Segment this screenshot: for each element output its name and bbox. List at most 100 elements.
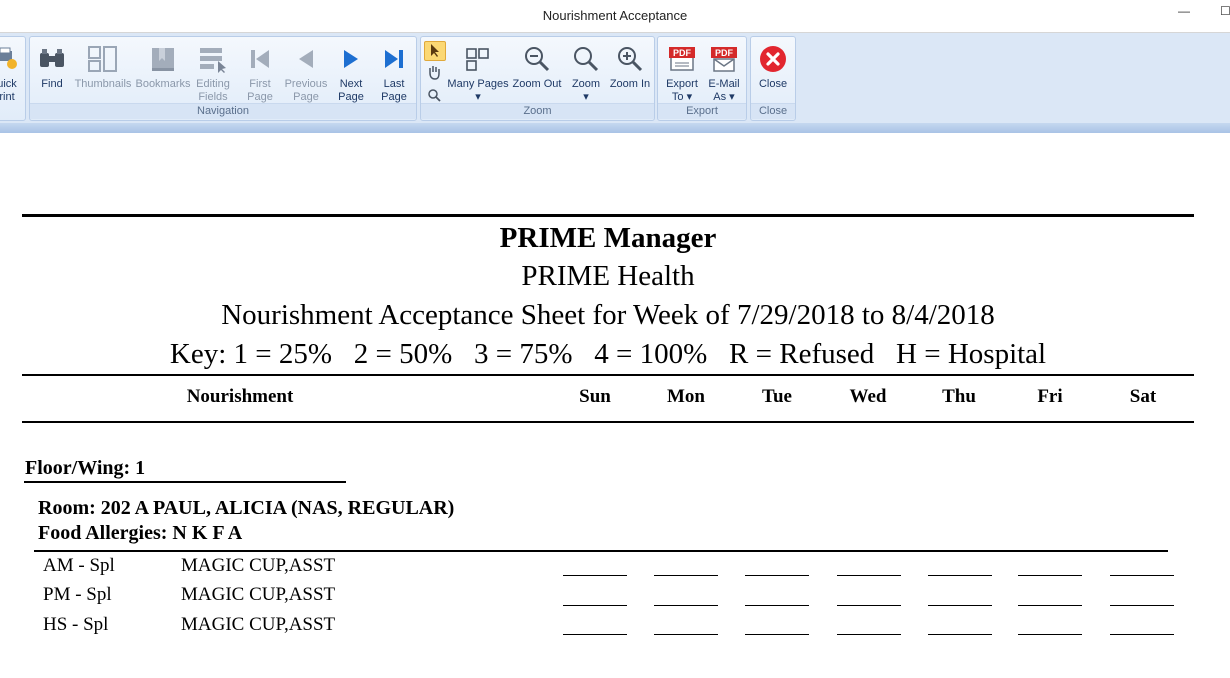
entry-blank-thu[interactable] (928, 634, 992, 635)
zoom-in-icon (607, 40, 653, 78)
floor-wing-label: Floor/Wing: 1 (25, 457, 146, 479)
report-facility: PRIME Health (521, 260, 695, 292)
export-to-button[interactable]: PDF Export To ▾ (661, 40, 703, 104)
floor-wing-underline (24, 481, 346, 483)
hand-tool-button[interactable] (426, 64, 444, 82)
entry-blank-fri[interactable] (1018, 575, 1082, 576)
zoom-icon (567, 40, 605, 78)
many-pages-label: Many Pages ▾ (447, 78, 509, 103)
close-button[interactable]: Close (753, 40, 793, 91)
thumbnails-label: Thumbnails (74, 78, 132, 90)
resident-underline (34, 550, 1168, 552)
column-header-sat: Sat (1129, 386, 1157, 407)
hand-icon (429, 66, 440, 80)
pdf-email-icon: PDF (704, 40, 744, 78)
close-group: Close Close (750, 36, 796, 121)
entry-blank-sun[interactable] (563, 605, 627, 606)
close-group-label: Close (751, 103, 795, 119)
entry-blank-sun[interactable] (563, 634, 627, 635)
next-page-icon (333, 40, 369, 78)
header-rule-top (22, 374, 1194, 376)
ribbon-toolbar: uick rint Find Thumbnails Bookmarks Edit… (0, 33, 1230, 124)
row-time: AM - Spl (43, 555, 115, 576)
previous-page-button[interactable]: Previous Page (283, 40, 329, 104)
next-page-button[interactable]: Next Page (333, 40, 369, 104)
pointer-icon (431, 44, 439, 57)
last-page-button[interactable]: Last Page (376, 40, 412, 104)
binoculars-icon (34, 40, 70, 78)
close-label: Close (758, 78, 788, 90)
row-item: MAGIC CUP,ASST (181, 584, 336, 605)
pointer-tool-button[interactable] (424, 41, 446, 61)
minimize-button[interactable]: — (1178, 4, 1190, 18)
first-page-label: First Page (247, 78, 273, 103)
svg-text:PDF: PDF (715, 48, 734, 58)
quick-print-group: uick rint (0, 36, 26, 121)
entry-blank-mon[interactable] (654, 575, 718, 576)
entry-blank-tue[interactable] (745, 575, 809, 576)
zoom-in-button[interactable]: Zoom In (607, 40, 653, 91)
column-header-tue: Tue (762, 386, 792, 407)
close-icon (753, 40, 793, 78)
bookmarks-label: Bookmarks (135, 78, 191, 90)
row-item: MAGIC CUP,ASST (181, 555, 336, 576)
editing-fields-button[interactable]: Editing Fields (193, 40, 233, 104)
row-time: PM - Spl (43, 584, 112, 605)
entry-blank-wed[interactable] (837, 634, 901, 635)
email-as-label: E-Mail As ▾ (708, 78, 740, 103)
entry-blank-sat[interactable] (1110, 575, 1174, 576)
title-bar: Nourishment Acceptance — ☐ (0, 0, 1230, 33)
entry-blank-wed[interactable] (837, 605, 901, 606)
column-header-mon: Mon (667, 386, 705, 407)
entry-blank-sat[interactable] (1110, 605, 1174, 606)
many-pages-icon (447, 40, 509, 78)
quick-print-button[interactable]: uick rint (0, 40, 19, 104)
entry-blank-fri[interactable] (1018, 634, 1082, 635)
entry-blank-wed[interactable] (837, 575, 901, 576)
column-header-sun: Sun (579, 386, 611, 407)
last-page-label: Last Page (381, 78, 407, 103)
entry-blank-fri[interactable] (1018, 605, 1082, 606)
report-company: PRIME Manager (499, 222, 717, 254)
zoom-button[interactable]: Zoom ▾ (567, 40, 605, 104)
find-button[interactable]: Find (34, 40, 70, 91)
zoom-group-label: Zoom (421, 103, 654, 119)
navigation-group-label: Navigation (30, 103, 416, 119)
row-time: HS - Spl (43, 614, 109, 635)
export-group: PDF Export To ▾ PDF E-Mail As ▾ Export (657, 36, 747, 121)
entry-blank-mon[interactable] (654, 634, 718, 635)
entry-blank-thu[interactable] (928, 575, 992, 576)
svg-text:PDF: PDF (673, 48, 692, 58)
report-sheet-title: Nourishment Acceptance Sheet for Week of… (221, 299, 995, 331)
report-key: Key: 1 = 25% 2 = 50% 3 = 75% 4 = 100% R … (169, 338, 1047, 370)
zoom-out-button[interactable]: Zoom Out (511, 40, 563, 91)
quick-print-label: uick rint (0, 78, 17, 103)
entry-blank-sun[interactable] (563, 575, 627, 576)
entry-blank-thu[interactable] (928, 605, 992, 606)
email-as-button[interactable]: PDF E-Mail As ▾ (704, 40, 744, 104)
column-header-nourishment: Nourishment (186, 386, 294, 407)
maximize-button[interactable]: ☐ (1220, 4, 1230, 18)
many-pages-button[interactable]: Many Pages ▾ (447, 40, 509, 104)
last-page-icon (376, 40, 412, 78)
zoom-in-label: Zoom In (609, 78, 651, 90)
entry-blank-tue[interactable] (745, 634, 809, 635)
bookmarks-button[interactable]: Bookmarks (134, 40, 192, 91)
thumbnails-button[interactable]: Thumbnails (74, 40, 132, 91)
bookmark-icon (134, 40, 192, 78)
editing-fields-icon (193, 40, 233, 78)
zoom-out-label: Zoom Out (512, 78, 562, 90)
report-page: PRIME Manager PRIME Health Nourishment A… (0, 133, 1230, 678)
entry-blank-mon[interactable] (654, 605, 718, 606)
first-page-button[interactable]: First Page (240, 40, 280, 104)
editing-fields-label: Editing Fields (196, 78, 230, 103)
food-allergies-line: Food Allergies: N K F A (38, 522, 243, 544)
room-resident-line: Room: 202 A PAUL, ALICIA (NAS, REGULAR) (38, 497, 455, 519)
first-page-icon (240, 40, 280, 78)
entry-blank-tue[interactable] (745, 605, 809, 606)
find-label: Find (41, 78, 63, 90)
export-to-label: Export To ▾ (666, 78, 698, 103)
entry-blank-sat[interactable] (1110, 634, 1174, 635)
next-page-label: Next Page (338, 78, 364, 103)
top-rule (22, 214, 1194, 217)
